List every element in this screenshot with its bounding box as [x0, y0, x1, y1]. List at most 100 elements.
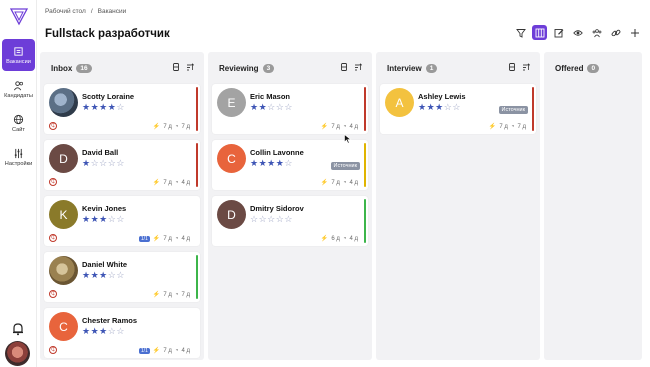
avatar-initial: K: [59, 207, 68, 222]
currency-icon: ₵: [49, 122, 57, 130]
column-tools: [508, 63, 530, 71]
candidate-card[interactable]: Scotty Loraine ★ ★ ★ ★ ☆ ₵ ⚡ 7 д ◔ 7 д: [44, 84, 200, 134]
app-logo-icon[interactable]: [9, 6, 29, 26]
bolt-icon: ⚡: [152, 124, 161, 130]
list-filter-icon[interactable]: [340, 63, 348, 71]
status-stripe: [532, 87, 534, 131]
rating-stars[interactable]: ★ ★ ★ ☆ ☆: [82, 271, 124, 280]
star-icon: ★: [258, 158, 267, 168]
attachment-tag: 1/1: [138, 235, 150, 242]
avatar-initial: A: [395, 95, 404, 110]
sidebar-item-settings[interactable]: Настройки: [2, 141, 35, 173]
edit-button[interactable]: [551, 25, 566, 40]
column-count-badge: 3: [262, 63, 275, 73]
candidate-avatar: A: [385, 88, 414, 117]
breadcrumb-root[interactable]: Рабочий стол: [45, 8, 86, 15]
days-since-update: 7 д: [517, 123, 526, 130]
sidebar-item-site[interactable]: Сайт: [2, 107, 35, 139]
team-button[interactable]: [589, 25, 604, 40]
days-since-update: 4 д: [349, 235, 358, 242]
candidate-card[interactable]: K Kevin Jones ★ ★ ★ ☆ ☆ ₵ 1/1 ⚡ 7 д ◔ 4 д: [44, 196, 200, 246]
bell-icon[interactable]: [11, 322, 25, 336]
rating-stars[interactable]: ★ ★ ★ ★ ☆: [82, 103, 124, 112]
star-icon: ☆: [107, 326, 116, 336]
bolt-icon: ⚡: [152, 348, 161, 354]
rating-stars[interactable]: ★ ☆ ☆ ☆ ☆: [82, 159, 124, 168]
candidate-card[interactable]: C Collin Lavonne ★ ★ ★ ★ ☆ Источник ⚡ 7 д ◔ 4 д: [212, 140, 368, 190]
filter-button[interactable]: [513, 25, 528, 40]
sort-icon[interactable]: [522, 63, 530, 71]
candidate-card[interactable]: Daniel White ★ ★ ★ ☆ ☆ ₵ ⚡ 7 д ◔ 7 д: [44, 252, 200, 302]
days-since-update: 4 д: [181, 347, 190, 354]
bolt-icon: ⚡: [320, 124, 329, 130]
star-icon: ☆: [267, 102, 276, 112]
rating-stars[interactable]: ★ ★ ☆ ☆ ☆: [250, 103, 292, 112]
rating-stars[interactable]: ★ ★ ★ ★ ☆: [250, 159, 292, 168]
column-tools: [172, 63, 194, 71]
users-icon: [13, 80, 23, 90]
star-icon: ☆: [275, 214, 284, 224]
user-avatar[interactable]: [5, 341, 30, 366]
star-icon: ★: [250, 158, 259, 168]
bolt-icon: ⚡: [152, 236, 161, 242]
star-icon: ★: [258, 102, 267, 112]
add-button[interactable]: [627, 25, 642, 40]
list-filter-icon[interactable]: [508, 63, 516, 71]
currency-icon: ₵: [49, 178, 57, 186]
rating-stars[interactable]: ☆ ☆ ☆ ☆ ☆: [250, 215, 292, 224]
column-header: Offered 0: [548, 52, 638, 84]
candidate-card[interactable]: E Eric Mason ★ ★ ☆ ☆ ☆ ⚡ 7 д ◔ 4 д: [212, 84, 368, 134]
status-stripe: [196, 255, 198, 299]
card-meta: ⚡ 6 д ◔ 4 д: [320, 235, 358, 243]
days-since-update: 4 д: [181, 179, 190, 186]
star-icon: ★: [99, 326, 108, 336]
candidate-avatar: C: [49, 312, 78, 341]
star-icon: ☆: [284, 158, 293, 168]
candidate-card[interactable]: D Dmitry Sidorov ☆ ☆ ☆ ☆ ☆ ⚡ 6 д ◔ 4 д: [212, 196, 368, 246]
mouse-cursor-icon: [344, 134, 352, 144]
days-in-stage: 7 д: [163, 347, 172, 354]
days-in-stage: 7 д: [331, 123, 340, 130]
column-reviewing: Reviewing 3 E Eric Mason ★ ★ ☆ ☆ ☆ ⚡ 7 д ◔ 4 д C Colli…: [208, 52, 372, 360]
rating-stars[interactable]: ★ ★ ★ ☆ ☆: [82, 215, 124, 224]
star-icon: ☆: [267, 214, 276, 224]
days-since-update: 4 д: [181, 235, 190, 242]
star-icon: ☆: [284, 102, 293, 112]
star-icon: ★: [250, 102, 259, 112]
attachment-tag: 1/1: [138, 347, 150, 354]
bolt-icon: ⚡: [320, 236, 329, 242]
days-in-stage: 6 д: [331, 235, 340, 242]
star-icon: ★: [275, 158, 284, 168]
candidate-name: Chester Ramos: [82, 316, 138, 325]
column-title: Inbox: [51, 63, 73, 73]
sort-icon[interactable]: [354, 63, 362, 71]
star-icon: ☆: [116, 158, 125, 168]
breadcrumb-current[interactable]: Вакансии: [98, 8, 127, 15]
preview-button[interactable]: [570, 25, 585, 40]
breadcrumb: Рабочий стол / Вакансии: [45, 8, 126, 15]
sidebar-item-candidates[interactable]: Кандидаты: [2, 73, 35, 105]
rating-stars[interactable]: ★ ★ ★ ☆ ☆: [418, 103, 460, 112]
sort-icon[interactable]: [186, 63, 194, 71]
star-icon: ☆: [116, 326, 125, 336]
rating-stars[interactable]: ★ ★ ★ ☆ ☆: [82, 327, 124, 336]
candidate-card[interactable]: C Chester Ramos ★ ★ ★ ☆ ☆ ₵ 1/1 ⚡ 7 д ◔ 4 д: [44, 308, 200, 358]
star-icon: ★: [426, 102, 435, 112]
board-view-button[interactable]: [532, 25, 547, 40]
column-inbox: Inbox 16 Scotty Loraine ★ ★ ★ ★ ☆ ₵ ⚡ 7 д ◔ 7 д D Davi…: [40, 52, 204, 360]
candidate-name: Dmitry Sidorov: [250, 204, 304, 213]
filter-icon: [515, 28, 526, 38]
candidate-avatar: K: [49, 200, 78, 229]
days-in-stage: 7 д: [499, 123, 508, 130]
clock-icon: ◔: [174, 179, 179, 186]
list-filter-icon[interactable]: [172, 63, 180, 71]
status-stripe: [196, 87, 198, 131]
candidate-card[interactable]: D David Ball ★ ☆ ☆ ☆ ☆ ₵ ⚡ 7 д ◔ 4 д: [44, 140, 200, 190]
star-icon: ☆: [99, 158, 108, 168]
clock-icon: ◔: [342, 179, 347, 186]
sidebar-item-vacancies[interactable]: Вакансии: [2, 39, 35, 71]
candidate-card[interactable]: A Ashley Lewis ★ ★ ★ ☆ ☆ Источник ⚡ 7 д ◔ 7 д: [380, 84, 536, 134]
eye-icon: [572, 29, 583, 36]
star-icon: ★: [99, 214, 108, 224]
link-button[interactable]: [608, 25, 623, 40]
